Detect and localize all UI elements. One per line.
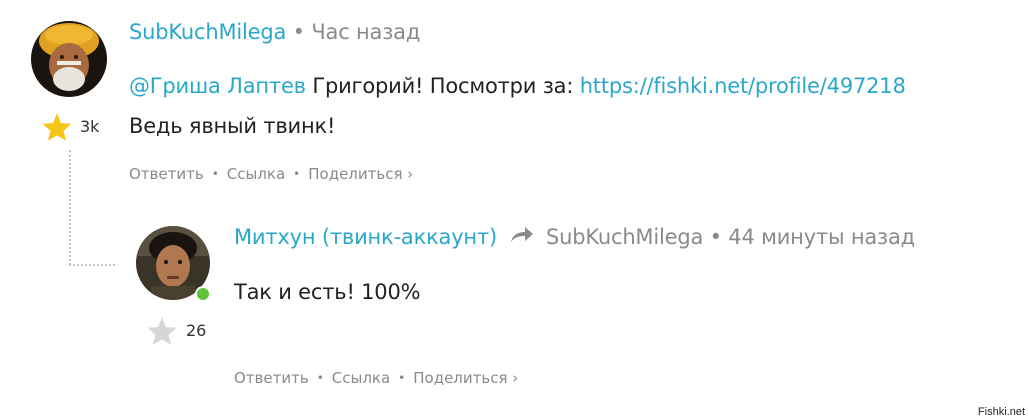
separator-dot: • — [316, 371, 324, 385]
comment-actions: Ответить • Ссылка • Поделиться › — [234, 369, 518, 387]
share-button[interactable]: Поделиться › — [308, 165, 413, 183]
reply-button[interactable]: Ответить — [234, 369, 309, 387]
comment-text: Так и есть! 100% — [234, 280, 421, 304]
reply-arrow-icon — [511, 227, 534, 242]
rating-count: 3k — [80, 117, 100, 136]
user-mention[interactable]: @Гриша Лаптев — [129, 74, 306, 98]
comment-text-line1: @Гриша Лаптев Григорий! Посмотри за: htt… — [129, 74, 906, 98]
separator-dot: • — [211, 167, 219, 181]
star-outline-icon[interactable] — [146, 316, 178, 346]
comment-header: Митхун (твинк-аккаунт) SubKuchMilega • 4… — [234, 225, 915, 249]
separator-dot: • — [292, 20, 305, 44]
share-button[interactable]: Поделиться › — [413, 369, 518, 387]
thread-line-horizontal — [69, 264, 115, 266]
separator-dot: • — [709, 225, 722, 249]
avatar-image — [31, 21, 107, 97]
star-icon[interactable] — [41, 112, 73, 142]
reply-button[interactable]: Ответить — [129, 165, 204, 183]
comment-actions: Ответить • Ссылка • Поделиться › — [129, 165, 413, 183]
author-name[interactable]: Митхун (твинк-аккаунт) — [234, 225, 497, 249]
profile-link[interactable]: https://fishki.net/profile/497218 — [580, 74, 906, 98]
author-name[interactable]: SubKuchMilega — [129, 20, 286, 44]
separator-dot: • — [398, 371, 406, 385]
reply-to-author[interactable]: SubKuchMilega — [546, 225, 703, 249]
comment-time[interactable]: Час назад — [311, 20, 420, 44]
comment-text: Григорий! Посмотри за: — [305, 74, 580, 98]
separator-dot: • — [293, 167, 301, 181]
watermark: Fishki.net — [977, 406, 1025, 418]
link-button[interactable]: Ссылка — [332, 369, 390, 387]
comment-header: SubKuchMilega • Час назад — [129, 20, 420, 44]
avatar[interactable] — [31, 21, 107, 97]
comment-time[interactable]: 44 минуты назад — [728, 225, 915, 249]
online-status-indicator — [195, 286, 211, 302]
thread-line-vertical — [69, 150, 71, 265]
rating-count: 26 — [186, 321, 207, 340]
comment-text-line2: Ведь явный твинк! — [129, 114, 336, 138]
link-button[interactable]: Ссылка — [227, 165, 285, 183]
